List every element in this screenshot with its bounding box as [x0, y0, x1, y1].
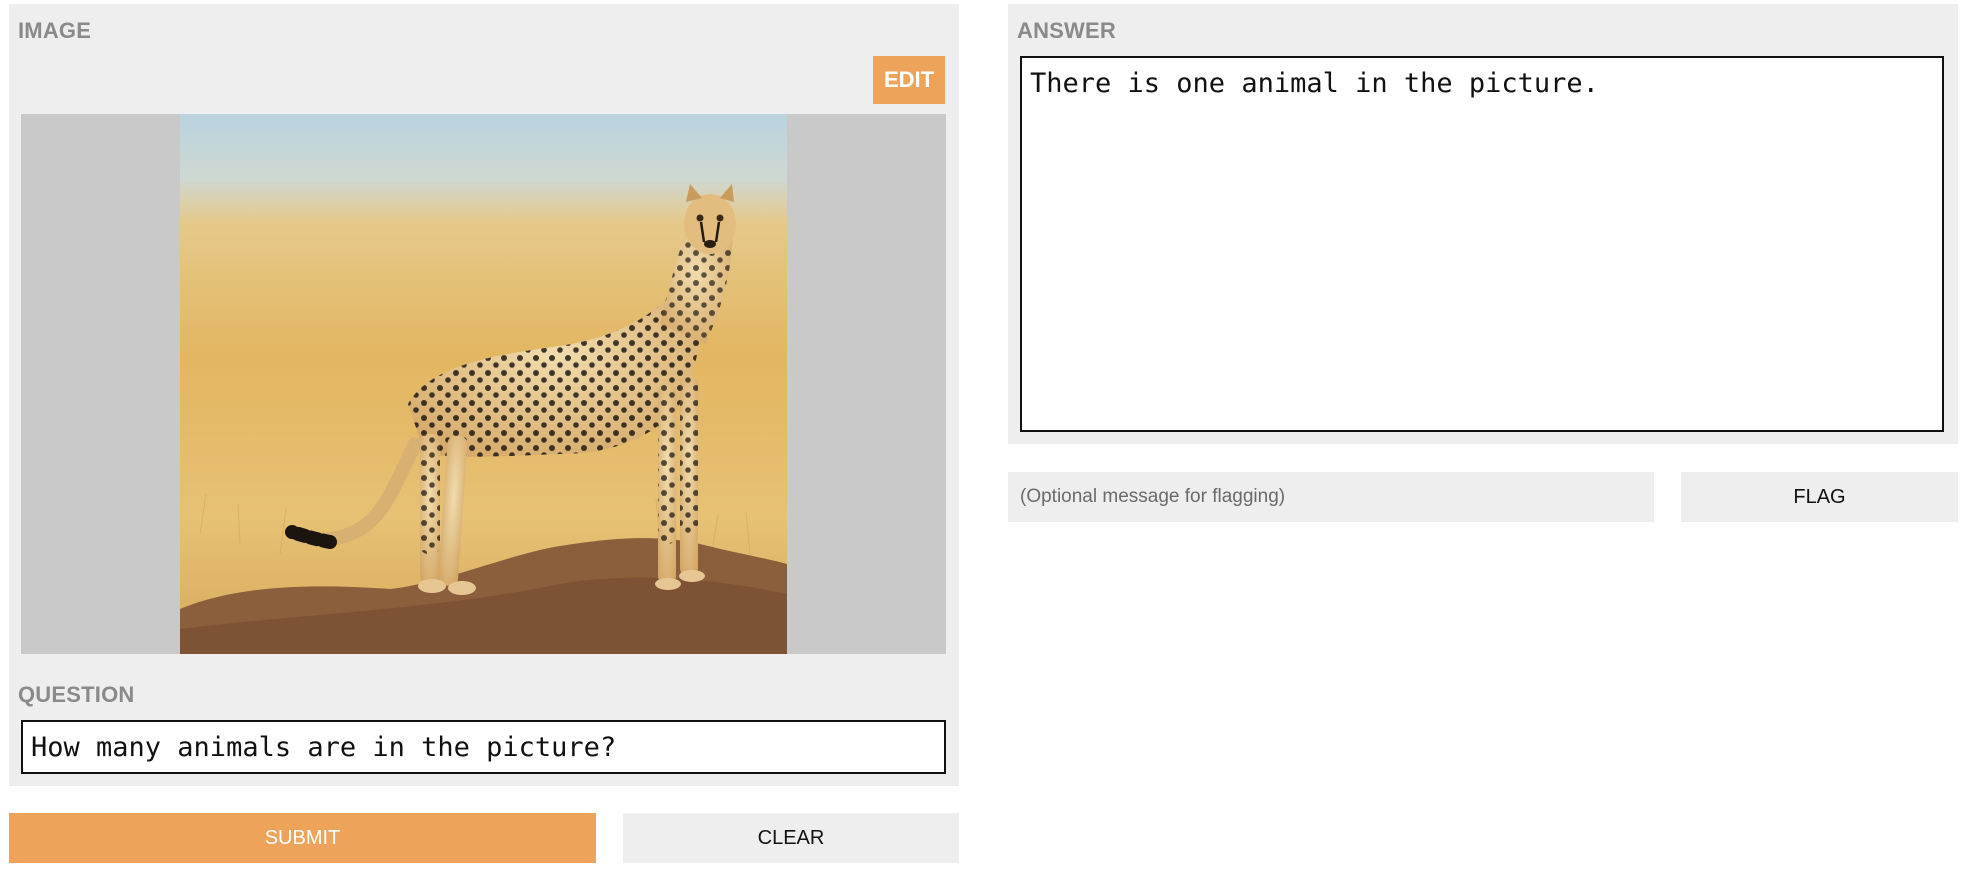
- submit-button[interactable]: SUBMIT: [9, 813, 596, 863]
- clear-button[interactable]: CLEAR: [623, 813, 959, 863]
- edit-image-button[interactable]: EDIT: [873, 56, 945, 104]
- answer-section-label: ANSWER: [1017, 18, 1116, 43]
- cheetah-photo: [180, 114, 787, 654]
- question-section-label: QUESTION: [18, 682, 135, 707]
- image-preview[interactable]: [21, 114, 946, 654]
- question-input[interactable]: [21, 720, 946, 774]
- image-section-label: IMAGE: [18, 18, 92, 43]
- answer-output-panel: ANSWER There is one animal in the pictur…: [1008, 4, 1958, 444]
- flag-button[interactable]: FLAG: [1681, 472, 1958, 522]
- answer-textbox[interactable]: There is one animal in the picture.: [1020, 56, 1944, 432]
- image-input-panel: IMAGE EDIT QUESTION How many animals are…: [9, 4, 959, 786]
- flag-message-input[interactable]: [1008, 472, 1654, 522]
